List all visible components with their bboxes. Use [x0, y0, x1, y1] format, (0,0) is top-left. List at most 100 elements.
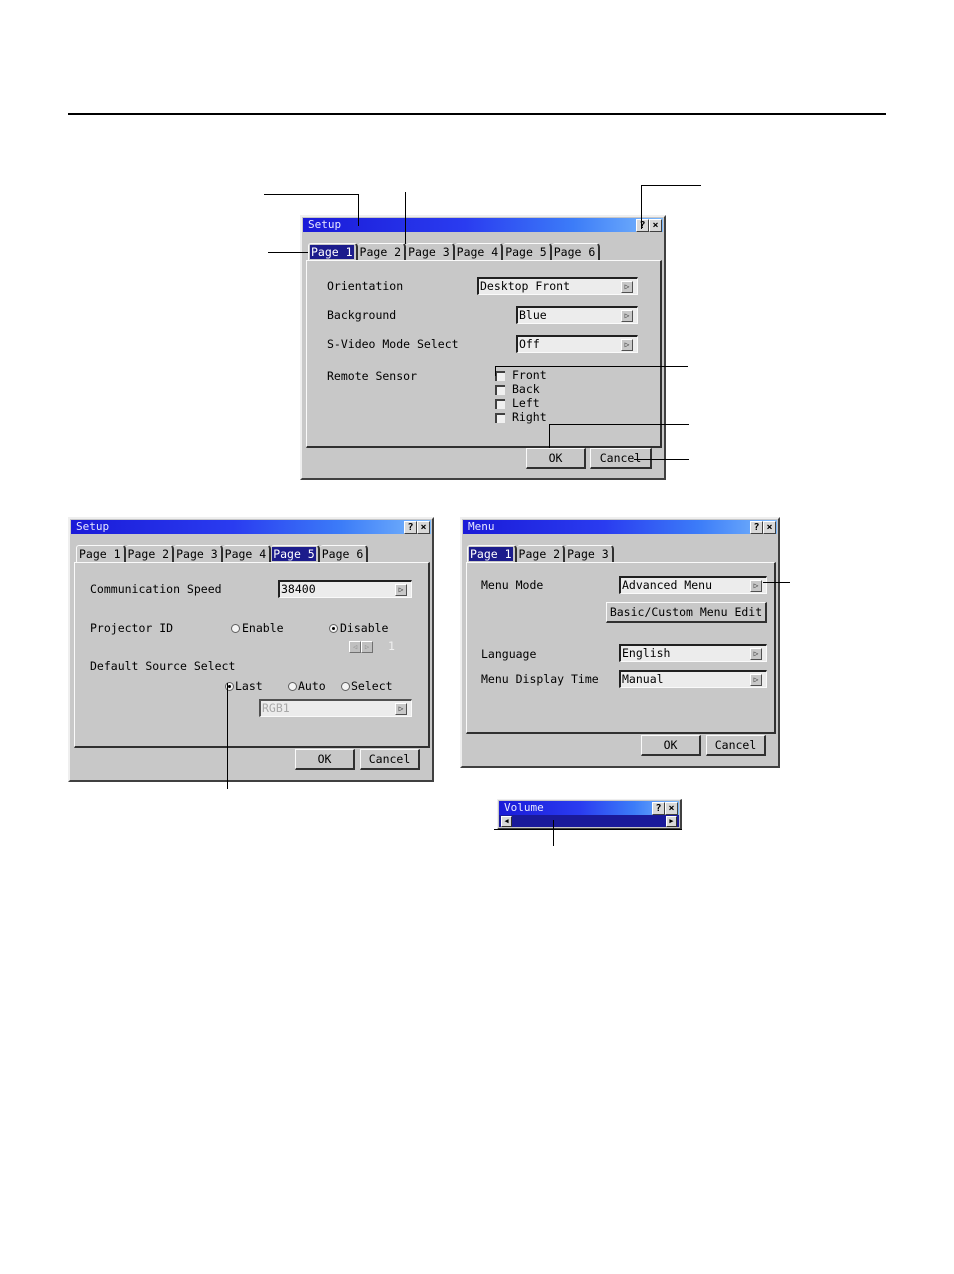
- help-icon[interactable]: ?: [652, 802, 665, 815]
- back-label: Back: [512, 382, 540, 396]
- dropdown-arrow-icon[interactable]: ▷: [621, 310, 633, 322]
- close-icon[interactable]: ×: [649, 219, 662, 232]
- tab-page-2[interactable]: Page 2: [357, 243, 407, 260]
- callout-line: [494, 829, 682, 830]
- menu-mode-select[interactable]: Advanced Menu ▷: [619, 576, 767, 594]
- dropdown-arrow-icon[interactable]: ▷: [750, 580, 762, 592]
- title-bar[interactable]: Volume ? ×: [499, 801, 679, 815]
- dropdown-arrow-icon[interactable]: ▷: [395, 584, 407, 596]
- right-label: Right: [512, 410, 547, 424]
- language-select[interactable]: English ▷: [619, 644, 767, 662]
- orientation-value: Desktop Front: [480, 279, 571, 293]
- tab-label: Page 1: [469, 547, 513, 561]
- tab-page-1[interactable]: Page 1: [467, 545, 517, 562]
- orientation-select[interactable]: Desktop Front ▷: [477, 277, 638, 295]
- tab-page-2[interactable]: Page 2: [516, 545, 566, 562]
- comm-speed-select[interactable]: 38400 ▷: [278, 580, 412, 598]
- setup-dialog-page5: Setup ? × Page 1 Page 2 Page 3 Page 4 Pa…: [68, 517, 434, 782]
- svideo-value: Off: [519, 337, 540, 351]
- menu-mode-label: Menu Mode: [481, 578, 544, 592]
- back-checkbox[interactable]: [495, 385, 505, 395]
- ok-button[interactable]: OK: [526, 448, 586, 469]
- help-icon[interactable]: ?: [404, 521, 417, 534]
- callout-line: [495, 366, 496, 376]
- language-value: English: [622, 646, 671, 660]
- comm-speed-label: Communication Speed: [90, 582, 222, 596]
- tab-page-4[interactable]: Page 4: [222, 545, 272, 562]
- tab-label: Page 3: [567, 547, 609, 561]
- language-label: Language: [481, 647, 537, 661]
- callout-line: [264, 194, 359, 195]
- dropdown-arrow-icon[interactable]: ▷: [395, 703, 407, 715]
- callout-line: [549, 424, 550, 448]
- tab-page-1[interactable]: Page 1: [76, 545, 126, 562]
- callout-line: [495, 366, 688, 367]
- tab-panel: Orientation Desktop Front ▷ Background B…: [306, 260, 662, 448]
- title-bar[interactable]: Setup ? ×: [303, 218, 663, 232]
- basic-custom-menu-edit-button[interactable]: Basic/Custom Menu Edit: [606, 602, 767, 623]
- window-title: Volume: [504, 801, 544, 814]
- volume-slider-track[interactable]: ◀ ▶: [499, 815, 679, 827]
- tab-page-6[interactable]: Page 6: [551, 243, 601, 260]
- left-label: Left: [512, 396, 540, 410]
- projector-id-value: 1: [388, 639, 395, 653]
- default-source-label: Default Source Select: [90, 659, 236, 673]
- tab-page-2[interactable]: Page 2: [125, 545, 175, 562]
- tab-label: Page 2: [518, 547, 561, 561]
- display-time-label: Menu Display Time: [481, 672, 599, 686]
- background-value: Blue: [519, 308, 547, 322]
- volume-up-icon[interactable]: ▶: [666, 816, 677, 827]
- callout-line: [358, 194, 359, 226]
- tab-strip: Page 1 Page 2 Page 3 Page 4 Page 5 Page …: [308, 243, 601, 260]
- comm-speed-value: 38400: [281, 582, 316, 596]
- tab-page-3[interactable]: Page 3: [406, 243, 455, 260]
- dropdown-arrow-icon[interactable]: ▷: [750, 674, 762, 686]
- callout-line: [634, 459, 689, 460]
- front-label: Front: [512, 368, 547, 382]
- tab-page-5[interactable]: Page 5: [271, 545, 320, 562]
- left-checkbox[interactable]: [495, 399, 505, 409]
- help-icon[interactable]: ?: [636, 219, 649, 232]
- close-icon[interactable]: ×: [417, 521, 430, 534]
- cancel-button[interactable]: Cancel: [706, 735, 766, 756]
- source-select[interactable]: RGB1 ▷: [259, 699, 412, 717]
- volume-down-icon[interactable]: ◀: [501, 816, 512, 827]
- select-radio[interactable]: [341, 682, 350, 691]
- title-bar[interactable]: Menu ? ×: [463, 520, 777, 534]
- dropdown-arrow-icon[interactable]: ▷: [621, 339, 633, 351]
- background-label: Background: [327, 308, 397, 322]
- disable-radio[interactable]: [329, 624, 338, 633]
- tab-label: Page 1: [310, 245, 354, 259]
- display-time-select[interactable]: Manual ▷: [619, 670, 767, 688]
- cancel-button[interactable]: Cancel: [360, 749, 420, 770]
- tab-page-1[interactable]: Page 1: [308, 243, 358, 260]
- enable-radio[interactable]: [231, 624, 240, 633]
- dropdown-arrow-icon[interactable]: ▷: [621, 281, 633, 293]
- svideo-label: S-Video Mode Select: [327, 337, 459, 351]
- tab-page-6[interactable]: Page 6: [319, 545, 369, 562]
- spin-right-icon[interactable]: ▷: [361, 641, 373, 653]
- callout-line: [641, 185, 642, 229]
- spin-left-icon[interactable]: ◁: [349, 641, 361, 653]
- front-checkbox[interactable]: [495, 371, 505, 381]
- close-icon[interactable]: ×: [665, 802, 678, 815]
- projector-id-label: Projector ID: [90, 621, 174, 635]
- close-icon[interactable]: ×: [763, 521, 776, 534]
- ok-button[interactable]: OK: [641, 735, 701, 756]
- help-icon[interactable]: ?: [750, 521, 763, 534]
- callout-line: [549, 424, 689, 425]
- tab-page-3[interactable]: Page 3: [565, 545, 614, 562]
- right-checkbox[interactable]: [495, 413, 505, 423]
- auto-radio[interactable]: [288, 682, 297, 691]
- callout-line: [227, 683, 228, 789]
- tab-page-5[interactable]: Page 5: [503, 243, 552, 260]
- svideo-select[interactable]: Off ▷: [516, 335, 638, 353]
- tab-page-3[interactable]: Page 3: [174, 545, 223, 562]
- ok-button[interactable]: OK: [295, 749, 355, 770]
- dropdown-arrow-icon[interactable]: ▷: [750, 648, 762, 660]
- callout-line: [641, 185, 701, 186]
- background-select[interactable]: Blue ▷: [516, 306, 638, 324]
- title-bar[interactable]: Setup ? ×: [71, 520, 431, 534]
- callout-line: [553, 820, 554, 846]
- tab-page-4[interactable]: Page 4: [454, 243, 504, 260]
